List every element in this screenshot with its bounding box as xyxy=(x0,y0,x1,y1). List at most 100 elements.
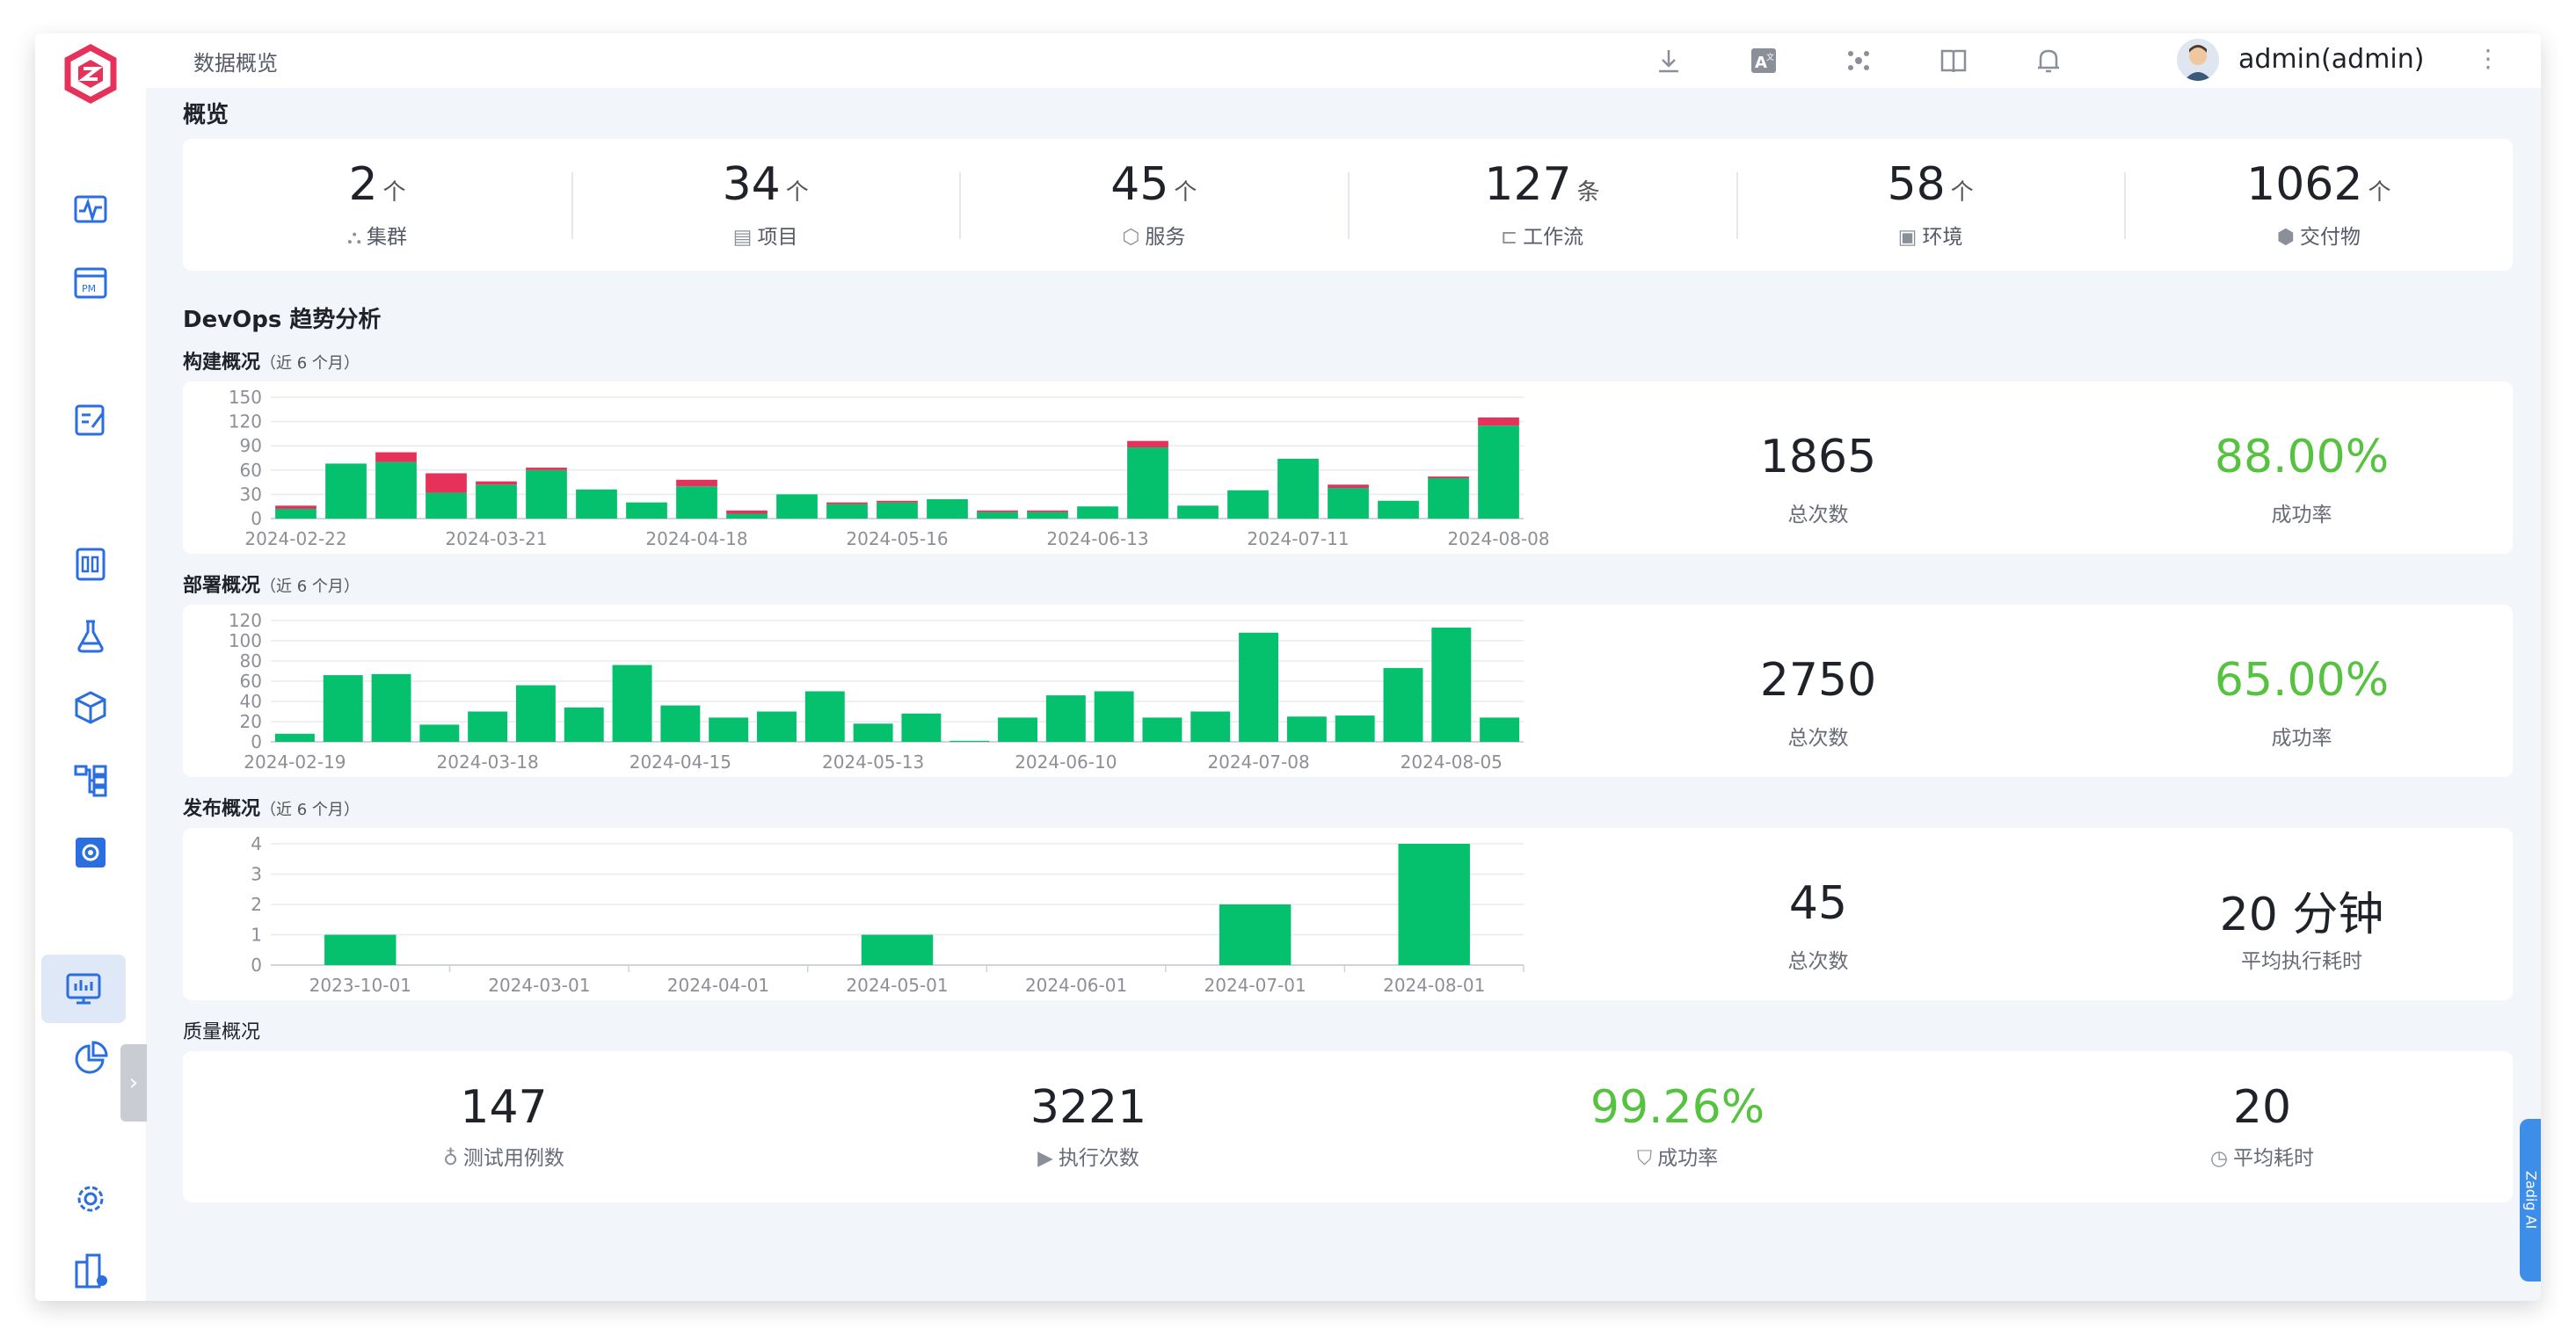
x-tick-label: 2024-06-01 xyxy=(1025,975,1127,996)
bar xyxy=(804,691,845,742)
bar xyxy=(1077,506,1118,519)
y-tick-label: 0 xyxy=(251,508,262,529)
overview-stat: 2 个 ⛬ 集群 xyxy=(183,139,571,271)
build-rate-label: 成功率 xyxy=(2271,504,2332,526)
deploy-total-label: 总次数 xyxy=(1787,727,1849,750)
cluster-icon: ⛬ xyxy=(346,226,362,249)
bar xyxy=(1227,490,1269,519)
x-tick-label: 2024-05-16 xyxy=(846,528,948,549)
bar xyxy=(1127,447,1168,519)
download-icon[interactable] xyxy=(1651,43,1686,78)
overview-stat-label: ▣ 环境 xyxy=(1736,220,2125,250)
pie-icon[interactable] xyxy=(64,1032,117,1085)
workflow-icon[interactable] xyxy=(64,754,117,807)
settings-box-icon[interactable] xyxy=(64,826,117,879)
overview-stat: 127 条 ⊏ 工作流 xyxy=(1348,139,1736,271)
sidebar: PM › xyxy=(35,33,147,1301)
gear-icon[interactable] xyxy=(64,1173,117,1225)
build-rate: 88.00% xyxy=(2214,431,2390,483)
y-tick-label: 40 xyxy=(240,691,262,712)
overview-stat-label: ⬢ 交付物 xyxy=(2124,220,2513,250)
bar xyxy=(676,486,717,519)
bar xyxy=(371,673,411,742)
apps-icon[interactable] xyxy=(1841,43,1876,78)
x-tick-label: 2024-08-01 xyxy=(1383,975,1485,996)
bar xyxy=(1328,488,1369,519)
y-tick-label: 20 xyxy=(240,711,262,732)
release-title: 发布概况（近 6 个月） xyxy=(183,798,360,820)
shield-icon: ⛉ xyxy=(1636,1147,1653,1170)
x-tick-label: 2024-03-01 xyxy=(488,975,590,996)
username[interactable]: admin(admin) xyxy=(2238,44,2424,75)
deploy-total: 2750 xyxy=(1759,654,1877,707)
bar xyxy=(274,733,315,742)
stat-label-text: 交付物 xyxy=(2299,226,2361,249)
overview-stat-value: 127 条 xyxy=(1348,158,1736,211)
divider xyxy=(959,172,962,239)
package-icon[interactable] xyxy=(64,682,117,735)
report-icon[interactable] xyxy=(64,538,117,591)
sidebar-collapse-button[interactable]: › xyxy=(120,1044,147,1122)
y-tick-label: 2 xyxy=(251,894,262,915)
bar xyxy=(861,934,934,965)
flask-icon[interactable] xyxy=(64,610,117,663)
activity-icon[interactable] xyxy=(64,183,117,236)
quality-label-text: 测试用例数 xyxy=(462,1147,564,1170)
zadig-logo[interactable] xyxy=(59,42,122,105)
bar xyxy=(1480,717,1520,742)
x-tick-label: 2024-08-08 xyxy=(1447,528,1549,549)
bar xyxy=(676,479,717,487)
avatar[interactable] xyxy=(2177,39,2219,81)
bar xyxy=(612,664,652,742)
y-tick-label: 30 xyxy=(240,483,262,505)
quality-stat-label: ⛉ 成功率 xyxy=(1458,1141,1897,1171)
y-tick-label: 4 xyxy=(251,833,262,854)
quality-title: 质量概况 xyxy=(183,1021,261,1043)
quality-label-text: 执行次数 xyxy=(1058,1147,1139,1170)
translate-icon[interactable]: A文 xyxy=(1746,43,1781,78)
svg-text:PM: PM xyxy=(82,283,96,294)
bar xyxy=(1027,512,1068,519)
bar xyxy=(776,494,818,519)
bell-icon[interactable] xyxy=(2031,43,2066,78)
build-chart: 0 3060 90 120 150 2024-02-22 2024-03-21 2024-04… xyxy=(229,387,1550,549)
more-icon[interactable]: ⋮ xyxy=(2476,44,2500,73)
overview-stat-label: ⛬ 集群 xyxy=(183,220,571,250)
bar xyxy=(476,484,517,519)
release-avg: 20 分钟 xyxy=(2219,889,2384,941)
bar xyxy=(826,504,868,519)
build-title: 构建概况（近 6 个月） xyxy=(183,352,360,374)
pm-icon[interactable]: PM xyxy=(64,257,117,309)
app-window: PM › 数据概览 A 文 admin(admin) ⋮ 概览 2 个 ⛬ 集群… xyxy=(35,33,2541,1301)
svg-text:文: 文 xyxy=(1766,52,1774,62)
quality-stat-label: ◷ 平均耗时 xyxy=(2042,1141,2482,1171)
deploy-rate-label: 成功率 xyxy=(2271,727,2332,750)
docs-icon[interactable] xyxy=(1936,43,1971,78)
zadig-ai-button[interactable]: Zadig AI xyxy=(2520,1119,2541,1282)
bar xyxy=(977,512,1018,519)
bar xyxy=(950,740,990,742)
y-tick-label: 120 xyxy=(229,411,262,432)
monitor-icon[interactable] xyxy=(41,955,126,1023)
build-total-label: 总次数 xyxy=(1787,504,1849,526)
bar xyxy=(426,492,467,519)
release-avg-label: 平均执行耗时 xyxy=(2241,950,2362,973)
bar xyxy=(1219,904,1292,965)
bar xyxy=(1286,716,1327,742)
bar xyxy=(877,502,918,519)
clock-icon: ◷ xyxy=(2209,1147,2229,1170)
building-icon[interactable] xyxy=(64,1245,117,1297)
y-tick-label: 60 xyxy=(240,460,262,481)
bar xyxy=(375,461,417,519)
y-tick-label: 0 xyxy=(251,955,262,976)
quality-label-text: 成功率 xyxy=(1657,1147,1719,1170)
y-tick-label: 0 xyxy=(251,731,262,752)
x-tick-label: 2024-03-21 xyxy=(445,528,547,549)
overview-stat-label: ⊏ 工作流 xyxy=(1348,220,1736,250)
y-tick-label: 80 xyxy=(240,650,262,672)
bar xyxy=(1094,691,1134,742)
edit-icon[interactable] xyxy=(64,394,117,447)
overview-stat-label: ▤ 项目 xyxy=(571,220,960,250)
bar xyxy=(375,452,417,462)
bar xyxy=(526,469,567,519)
